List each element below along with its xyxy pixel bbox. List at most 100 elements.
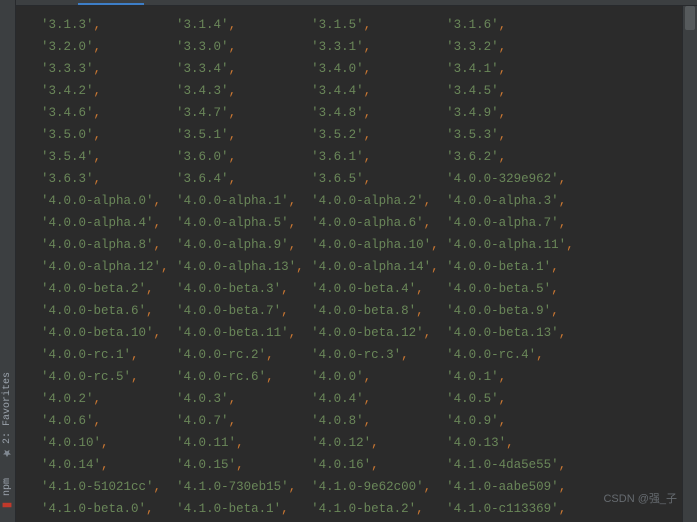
version-string-literal: '3.1.3' <box>41 18 94 32</box>
code-punctuation <box>26 106 41 120</box>
version-string-literal: '4.0.0-beta.1' <box>446 260 551 274</box>
code-punctuation <box>26 480 41 494</box>
code-punctuation: , <box>229 414 312 428</box>
version-string-literal: '4.0.1' <box>446 370 499 384</box>
code-punctuation: , <box>559 326 567 340</box>
version-string-literal: '4.0.0-alpha.1' <box>176 194 289 208</box>
version-string-literal: '4.0.8' <box>311 414 364 428</box>
code-punctuation: , <box>281 282 311 296</box>
code-punctuation: , <box>289 216 312 230</box>
code-line: '3.5.0', '3.5.1', '3.5.2', '3.5.3', <box>26 124 671 146</box>
scrollbar-thumb[interactable] <box>685 6 695 30</box>
version-string-literal: '4.0.0-beta.4' <box>311 282 416 296</box>
version-string-literal: '4.0.0-329e962' <box>446 172 559 186</box>
code-punctuation: , <box>416 282 446 296</box>
code-punctuation: , <box>559 502 567 516</box>
code-punctuation: , <box>94 62 177 76</box>
version-string-literal: '4.0.0-alpha.4' <box>41 216 154 230</box>
code-line: '3.4.2', '3.4.3', '3.4.4', '3.4.5', <box>26 80 671 102</box>
version-string-literal: '4.0.0-alpha.7' <box>446 216 559 230</box>
version-string-literal: '4.0.0-beta.10' <box>41 326 154 340</box>
code-editor[interactable]: '3.1.3', '3.1.4', '3.1.5', '3.1.6', '3.2… <box>16 6 681 522</box>
version-string-literal: '4.1.0-beta.1' <box>176 502 281 516</box>
version-string-literal: '3.4.8' <box>311 106 364 120</box>
version-string-literal: '3.6.0' <box>176 150 229 164</box>
code-punctuation: , <box>424 326 447 340</box>
code-punctuation: , <box>229 172 312 186</box>
code-punctuation: , <box>229 62 312 76</box>
code-punctuation: , <box>289 326 312 340</box>
version-string-literal: '3.4.1' <box>446 62 499 76</box>
version-string-literal: '3.4.7' <box>176 106 229 120</box>
code-punctuation: , <box>94 84 177 98</box>
code-punctuation: , <box>416 304 446 318</box>
code-punctuation: , <box>364 84 447 98</box>
version-string-literal: '4.1.0-aabe509' <box>446 480 559 494</box>
code-punctuation: , <box>424 480 447 494</box>
version-string-literal: '3.4.9' <box>446 106 499 120</box>
code-line: '4.0.0-beta.10', '4.0.0-beta.11', '4.0.0… <box>26 322 671 344</box>
version-string-literal: '4.0.0-alpha.13' <box>176 260 296 274</box>
code-line: '4.0.14', '4.0.15', '4.0.16', '4.1.0-4da… <box>26 454 671 476</box>
code-punctuation: , <box>161 260 176 274</box>
code-punctuation <box>26 392 41 406</box>
code-punctuation: , <box>364 106 447 120</box>
code-punctuation <box>26 326 41 340</box>
version-string-literal: '3.2.0' <box>41 40 94 54</box>
version-string-literal: '3.6.1' <box>311 150 364 164</box>
code-punctuation: , <box>94 414 177 428</box>
code-punctuation: , <box>364 18 447 32</box>
version-string-literal: '3.3.1' <box>311 40 364 54</box>
code-line: '3.1.3', '3.1.4', '3.1.5', '3.1.6', <box>26 14 671 36</box>
code-line: '4.0.0-rc.1', '4.0.0-rc.2', '4.0.0-rc.3'… <box>26 344 671 366</box>
version-string-literal: '4.0.0-rc.3' <box>311 348 401 362</box>
code-punctuation: , <box>236 436 311 450</box>
code-punctuation: , <box>266 370 311 384</box>
code-punctuation: , <box>94 106 177 120</box>
code-punctuation <box>26 128 41 142</box>
version-string-literal: '4.0.0-rc.6' <box>176 370 266 384</box>
code-punctuation <box>26 414 41 428</box>
code-line: '4.1.0-51021cc', '4.1.0-730eb15', '4.1.0… <box>26 476 671 498</box>
code-punctuation: , <box>146 282 176 296</box>
code-punctuation: , <box>94 172 177 186</box>
code-punctuation: , <box>229 18 312 32</box>
version-string-literal: '4.0.10' <box>41 436 101 450</box>
version-string-literal: '4.0.0-beta.13' <box>446 326 559 340</box>
sidebar-tab-favorites[interactable]: 2: Favorites <box>2 368 13 462</box>
version-string-literal: '4.0.0-alpha.10' <box>311 238 431 252</box>
npm-icon <box>3 500 13 510</box>
code-punctuation: , <box>101 458 176 472</box>
code-punctuation: , <box>364 62 447 76</box>
version-string-literal: '3.1.4' <box>176 18 229 32</box>
code-punctuation <box>26 370 41 384</box>
version-string-literal: '4.0.0-rc.2' <box>176 348 266 362</box>
version-string-literal: '4.0.16' <box>311 458 371 472</box>
version-string-literal: '4.0.14' <box>41 458 101 472</box>
code-punctuation <box>26 458 41 472</box>
version-string-literal: '3.4.6' <box>41 106 94 120</box>
version-string-literal: '3.4.3' <box>176 84 229 98</box>
code-line: '4.0.6', '4.0.7', '4.0.8', '4.0.9', <box>26 410 671 432</box>
version-string-literal: '4.0.15' <box>176 458 236 472</box>
code-punctuation: , <box>364 370 447 384</box>
star-icon <box>3 448 13 458</box>
version-string-literal: '4.0.0-beta.7' <box>176 304 281 318</box>
code-punctuation: , <box>364 414 447 428</box>
code-line: '4.0.0-beta.6', '4.0.0-beta.7', '4.0.0-b… <box>26 300 671 322</box>
version-string-literal: '4.0.0-rc.1' <box>41 348 131 362</box>
code-line: '4.0.0-alpha.12', '4.0.0-alpha.13', '4.0… <box>26 256 671 278</box>
version-string-literal: '4.0.0-beta.5' <box>446 282 551 296</box>
version-string-literal: '3.3.4' <box>176 62 229 76</box>
sidebar-tab-npm[interactable]: npm <box>2 474 13 514</box>
code-line: '3.5.4', '3.6.0', '3.6.1', '3.6.2', <box>26 146 671 168</box>
code-punctuation <box>26 260 41 274</box>
code-punctuation: , <box>154 326 177 340</box>
code-punctuation: , <box>131 370 176 384</box>
code-punctuation <box>26 194 41 208</box>
version-string-literal: '4.0.13' <box>446 436 506 450</box>
code-punctuation: , <box>289 480 312 494</box>
code-punctuation <box>26 216 41 230</box>
code-punctuation: , <box>499 106 507 120</box>
editor-scrollbar[interactable] <box>682 6 697 522</box>
